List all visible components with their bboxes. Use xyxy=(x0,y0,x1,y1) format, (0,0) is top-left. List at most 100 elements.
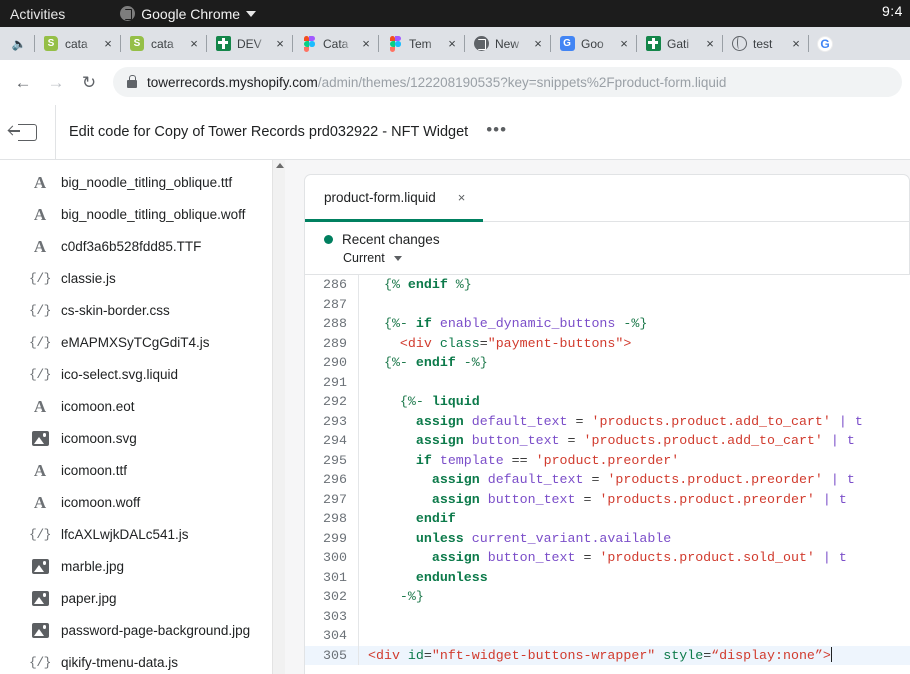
file-list-item[interactable]: Abig_noodle_titling_oblique.woff xyxy=(0,198,285,230)
code-line-text[interactable]: -%} xyxy=(359,587,910,607)
chevron-down-icon[interactable] xyxy=(394,256,402,261)
browser-tab-6[interactable]: Goo × xyxy=(550,27,636,60)
more-actions-button[interactable]: ••• xyxy=(486,121,507,144)
close-icon[interactable]: × xyxy=(273,37,287,50)
code-lines[interactable]: 286 {% endif %}287288 {%- if enable_dyna… xyxy=(305,275,910,665)
code-line-text[interactable]: endif xyxy=(359,509,910,529)
reload-button[interactable]: ↻ xyxy=(74,67,104,97)
file-list-item[interactable]: Aicomoon.ttf xyxy=(0,454,285,486)
browser-tab-5[interactable]: New × xyxy=(464,27,550,60)
forward-button[interactable]: → xyxy=(41,67,71,97)
code-token xyxy=(464,531,472,546)
code-line[interactable]: 287 xyxy=(305,295,910,315)
file-list-item[interactable]: Aicomoon.eot xyxy=(0,390,285,422)
code-line[interactable]: 288 {%- if enable_dynamic_buttons -%} xyxy=(305,314,910,334)
address-bar[interactable]: towerrecords.myshopify.com/admin/themes/… xyxy=(113,67,902,97)
code-line[interactable]: 294 assign button_text = 'products.produ… xyxy=(305,431,910,451)
code-line[interactable]: 299 unless current_variant.available xyxy=(305,529,910,549)
tab-mute-indicator[interactable]: 🔈 xyxy=(4,38,34,50)
code-token: 'products.product.sold_out' xyxy=(599,550,814,565)
file-list-item[interactable]: paper.jpg xyxy=(0,582,285,614)
active-app-menu[interactable]: Google Chrome xyxy=(120,6,256,22)
file-list-item[interactable]: {/}ico-select.svg.liquid xyxy=(0,358,285,390)
code-line[interactable]: 300 assign button_text = 'products.produ… xyxy=(305,548,910,568)
code-token: assign xyxy=(416,414,464,429)
close-icon[interactable]: × xyxy=(445,37,459,50)
code-line[interactable]: 296 assign default_text = 'products.prod… xyxy=(305,470,910,490)
code-line-text[interactable] xyxy=(359,373,910,393)
file-list-item[interactable]: {/}qikify-tmenu-data.js xyxy=(0,646,285,674)
code-line[interactable]: 291 xyxy=(305,373,910,393)
activities-button[interactable]: Activities xyxy=(10,6,65,22)
file-list-item[interactable]: {/}cs-skin-border.css xyxy=(0,294,285,326)
code-line[interactable]: 305<div id="nft-widget-buttons-wrapper" … xyxy=(305,646,910,666)
file-list-item[interactable]: password-page-background.jpg xyxy=(0,614,285,646)
code-token: default_text xyxy=(488,472,584,487)
code-line[interactable]: 286 {% endif %} xyxy=(305,275,910,295)
close-icon[interactable]: × xyxy=(187,37,201,50)
file-list-item[interactable]: {/}lfcAXLwjkDALc541.js xyxy=(0,518,285,550)
code-line-text[interactable]: unless current_variant.available xyxy=(359,529,910,549)
code-line[interactable]: 303 xyxy=(305,607,910,627)
system-clock[interactable]: 9:4 xyxy=(882,3,908,19)
code-line[interactable]: 301 endunless xyxy=(305,568,910,588)
code-line-text[interactable] xyxy=(359,295,910,315)
browser-tab-4[interactable]: Tem × xyxy=(378,27,464,60)
code-line-text[interactable]: {%- liquid xyxy=(359,392,910,412)
browser-tab-8[interactable]: test × xyxy=(722,27,808,60)
code-line-text[interactable]: {%- if enable_dynamic_buttons -%} xyxy=(359,314,910,334)
code-line-text[interactable]: endunless xyxy=(359,568,910,588)
code-line[interactable]: 295 if template == 'product.preorder' xyxy=(305,451,910,471)
file-list-item[interactable]: {/}classie.js xyxy=(0,262,285,294)
scroll-up-arrow-icon[interactable] xyxy=(276,163,284,168)
code-line-text[interactable]: <div id="nft-widget-buttons-wrapper" sty… xyxy=(359,646,910,666)
browser-tab-1[interactable]: cata × xyxy=(120,27,206,60)
file-list-item[interactable]: Ac0df3a6b528fdd85.TTF xyxy=(0,230,285,262)
code-line[interactable]: 292 {%- liquid xyxy=(305,392,910,412)
close-icon[interactable]: × xyxy=(703,37,717,50)
file-list-item[interactable]: icomoon.svg xyxy=(0,422,285,454)
code-line-text[interactable]: <div class="payment-buttons"> xyxy=(359,334,910,354)
code-line[interactable]: 290 {%- endif -%} xyxy=(305,353,910,373)
code-line-text[interactable] xyxy=(359,626,910,646)
code-line-text[interactable]: assign button_text = 'products.product.p… xyxy=(359,490,910,510)
code-line-text[interactable]: assign default_text = 'products.product.… xyxy=(359,412,910,432)
file-list-item[interactable]: {/}eMAPMXSyTCgGdiT4.js xyxy=(0,326,285,358)
code-line[interactable]: 298 endif xyxy=(305,509,910,529)
code-line-text[interactable]: {%- endif -%} xyxy=(359,353,910,373)
browser-tab-0[interactable]: cata × xyxy=(34,27,120,60)
editor-tab-product-form[interactable]: product-form.liquid × xyxy=(305,175,483,222)
close-icon[interactable]: × xyxy=(101,37,115,50)
back-button[interactable]: ← xyxy=(8,67,38,97)
file-list-item[interactable]: Abig_noodle_titling_oblique.ttf xyxy=(0,166,285,198)
code-line-text[interactable]: assign button_text = 'products.product.a… xyxy=(359,431,910,451)
file-list-item[interactable]: marble.jpg xyxy=(0,550,285,582)
code-line-text[interactable]: {% endif %} xyxy=(359,275,910,295)
code-line[interactable]: 302 -%} xyxy=(305,587,910,607)
file-list-scrollbar[interactable] xyxy=(272,160,285,674)
browser-tab-7[interactable]: Gati × xyxy=(636,27,722,60)
code-area[interactable]: 286 {% endif %}287288 {%- if enable_dyna… xyxy=(304,274,910,674)
code-line-text[interactable]: assign button_text = 'products.product.s… xyxy=(359,548,910,568)
code-line-text[interactable]: assign default_text = 'products.product.… xyxy=(359,470,910,490)
close-icon[interactable]: × xyxy=(531,37,545,50)
file-list-item[interactable]: Aicomoon.woff xyxy=(0,486,285,518)
code-token: enable_dynamic_buttons xyxy=(440,316,616,331)
caret-down-icon[interactable] xyxy=(246,11,256,17)
close-icon[interactable]: × xyxy=(617,37,631,50)
code-line[interactable]: 293 assign default_text = 'products.prod… xyxy=(305,412,910,432)
close-icon[interactable]: × xyxy=(458,190,466,205)
image-file-icon xyxy=(30,556,50,576)
close-icon[interactable]: × xyxy=(359,37,373,50)
browser-tab-2[interactable]: DEV × xyxy=(206,27,292,60)
browser-tab-3[interactable]: Cata × xyxy=(292,27,378,60)
version-select[interactable]: Current xyxy=(324,251,909,265)
code-line[interactable]: 304 xyxy=(305,626,910,646)
code-line[interactable]: 297 assign button_text = 'products.produ… xyxy=(305,490,910,510)
code-line-text[interactable]: if template == 'product.preorder' xyxy=(359,451,910,471)
close-icon[interactable]: × xyxy=(789,37,803,50)
browser-tab-9[interactable] xyxy=(808,27,840,60)
exit-code-editor-button[interactable] xyxy=(0,105,56,160)
code-line[interactable]: 289 <div class="payment-buttons"> xyxy=(305,334,910,354)
code-line-text[interactable] xyxy=(359,607,910,627)
